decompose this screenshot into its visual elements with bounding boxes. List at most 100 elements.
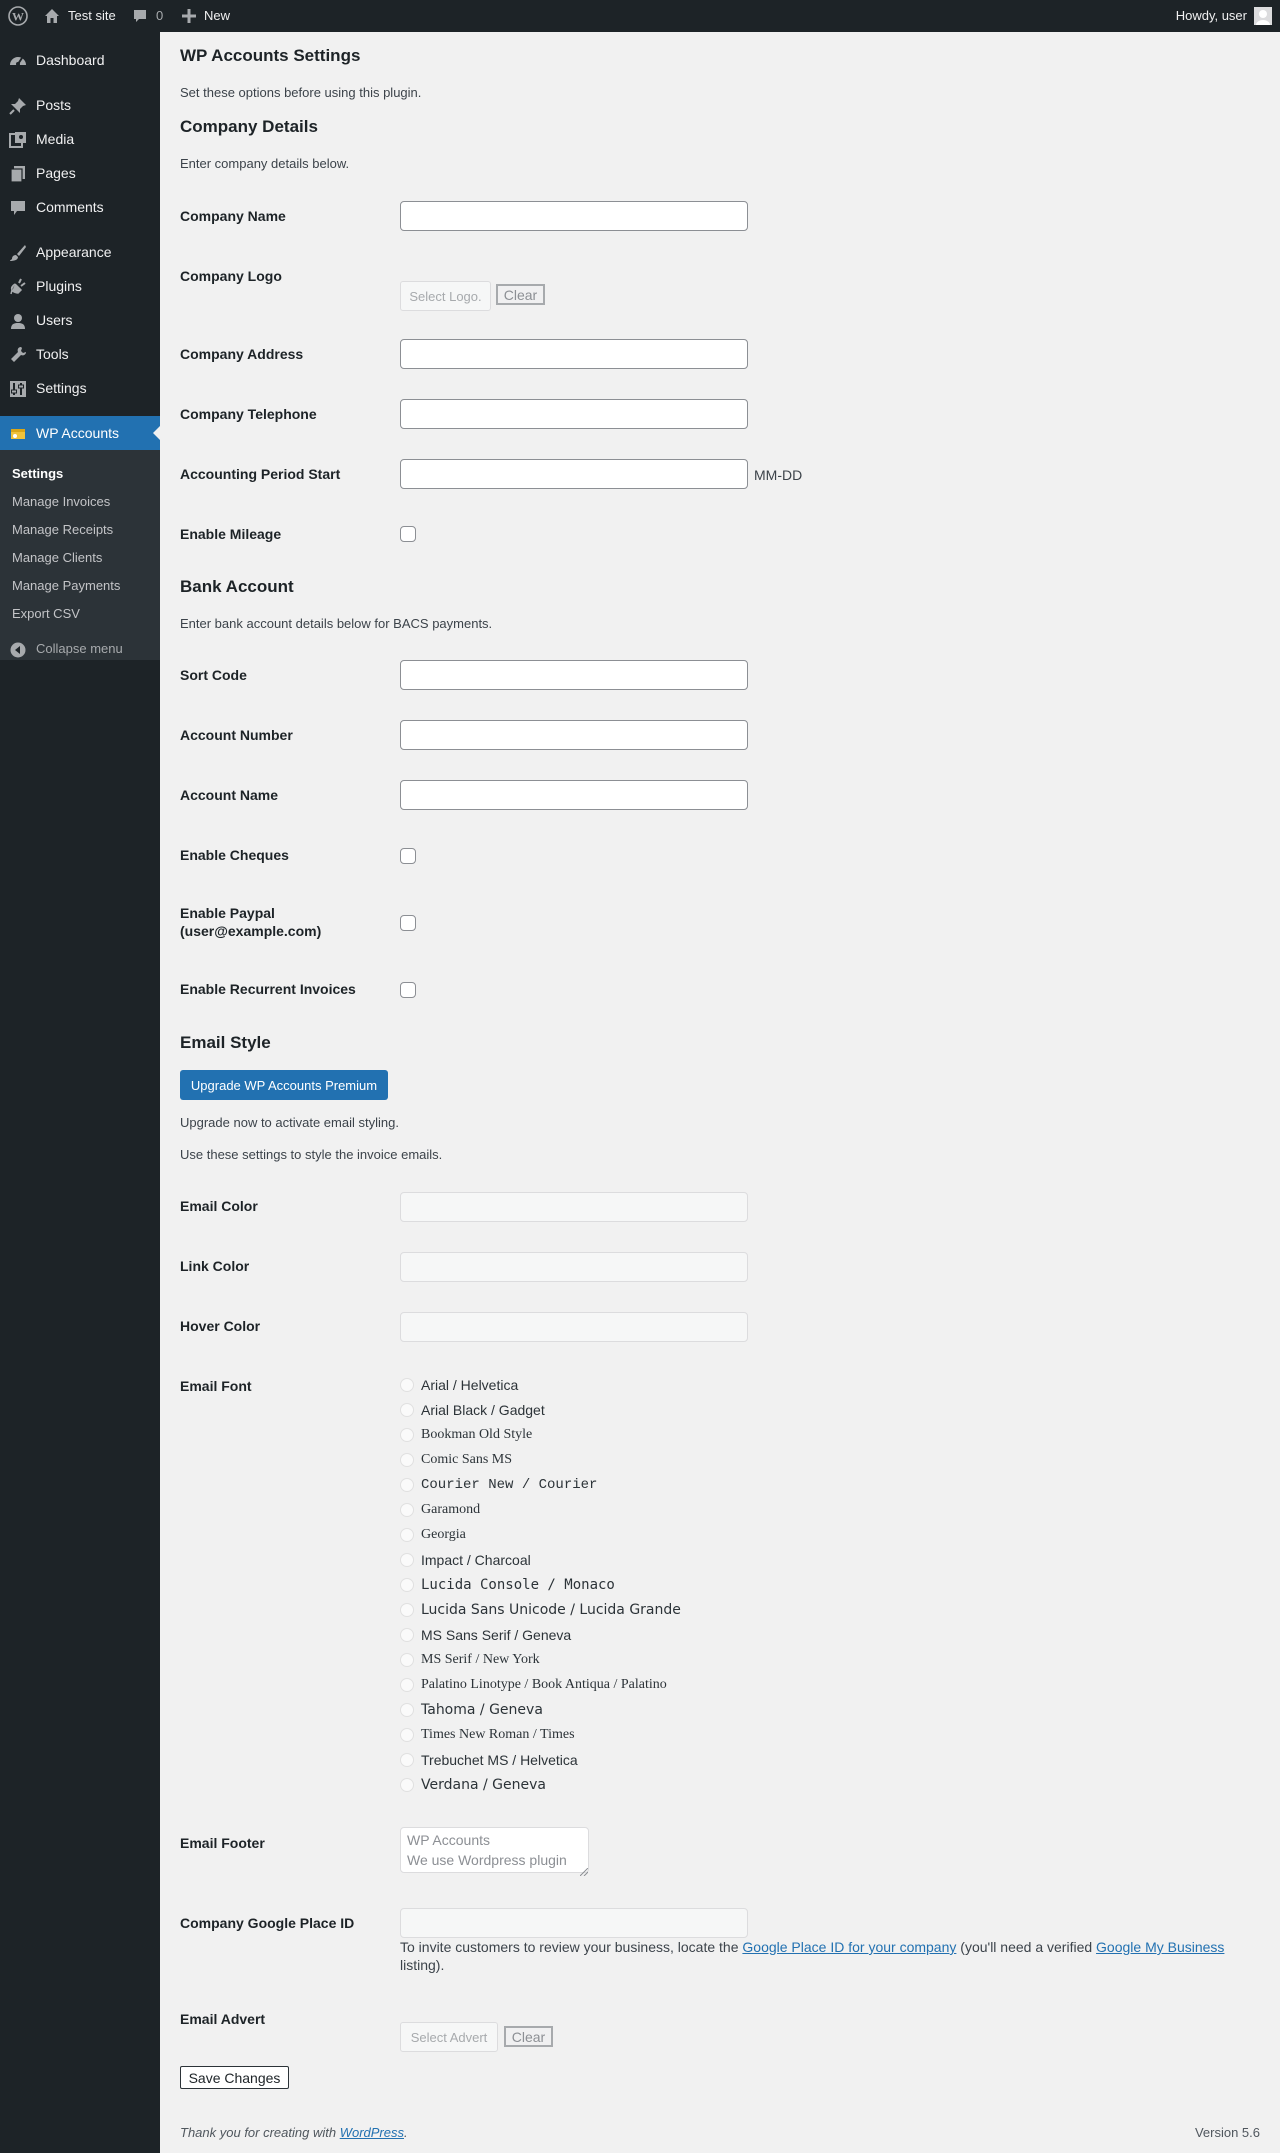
place-help-post: listing). — [400, 1957, 445, 1973]
submenu-settings[interactable]: Settings — [12, 465, 63, 483]
email-font-radio[interactable] — [400, 1628, 414, 1642]
menu-media-label: Media — [36, 131, 75, 147]
page-title: WP Accounts Settings — [180, 46, 361, 65]
menu-plugins[interactable]: Plugins — [0, 269, 160, 303]
email-font-radio[interactable] — [400, 1428, 414, 1442]
link-color-input[interactable] — [400, 1252, 748, 1282]
site-name-link[interactable]: Test site — [44, 0, 116, 32]
save-changes-button[interactable]: Save Changes — [180, 2066, 289, 2089]
email-font-radio[interactable] — [400, 1778, 414, 1792]
email-font-radio[interactable] — [400, 1578, 414, 1592]
upgrade-premium-button[interactable]: Upgrade WP Accounts Premium — [180, 1070, 388, 1100]
account-number-input[interactable] — [400, 720, 748, 750]
menu-dashboard[interactable]: Dashboard — [0, 43, 160, 77]
email-font-radio[interactable] — [400, 1453, 414, 1467]
menu-settings[interactable]: Settings — [0, 371, 160, 405]
menu-users[interactable]: Users — [0, 303, 160, 337]
email-font-option[interactable]: MS Serif / New York — [400, 1650, 540, 1670]
google-place-id-input[interactable] — [400, 1908, 748, 1938]
email-font-option[interactable]: Arial / Helvetica — [400, 1375, 518, 1395]
email-font-option[interactable]: Palatino Linotype / Book Antiqua / Palat… — [400, 1675, 667, 1695]
company-address-input[interactable] — [400, 339, 748, 369]
email-font-radio[interactable] — [400, 1653, 414, 1667]
clear-advert-button[interactable]: Clear — [504, 2026, 553, 2047]
enable-recurrent-label: Enable Recurrent Invoices — [180, 981, 356, 997]
email-font-option[interactable]: Courier New / Courier — [400, 1475, 597, 1495]
menu-comments[interactable]: Comments — [0, 190, 160, 224]
email-footer-textarea[interactable]: WP Accounts We use Wordpress plugin — [400, 1827, 589, 1873]
email-font-option[interactable]: Arial Black / Gadget — [400, 1400, 545, 1420]
email-font-radio[interactable] — [400, 1528, 414, 1542]
menu-dashboard-label: Dashboard — [36, 52, 105, 68]
submenu-manage-clients[interactable]: Manage Clients — [12, 549, 102, 567]
menu-pages[interactable]: Pages — [0, 156, 160, 190]
svg-text:W: W — [12, 10, 24, 24]
email-font-radio[interactable] — [400, 1553, 414, 1567]
google-place-id-label: Company Google Place ID — [180, 1915, 355, 1931]
email-font-option[interactable]: MS Sans Serif / Geneva — [400, 1625, 571, 1645]
wordpress-link[interactable]: WordPress — [340, 2125, 404, 2140]
email-font-radio[interactable] — [400, 1478, 414, 1492]
my-account-link[interactable]: Howdy, user — [1176, 0, 1272, 32]
hover-color-input[interactable] — [400, 1312, 748, 1342]
submenu-manage-invoices[interactable]: Manage Invoices — [12, 493, 110, 511]
menu-pages-label: Pages — [36, 165, 76, 181]
google-my-business-link[interactable]: Google My Business — [1096, 1939, 1224, 1955]
account-name-label: Account Name — [180, 787, 279, 803]
email-font-option[interactable]: Georgia — [400, 1525, 466, 1545]
email-font-option[interactable]: Lucida Console / Monaco — [400, 1575, 615, 1595]
enable-cheques-label: Enable Cheques — [180, 847, 289, 863]
accounting-period-input[interactable] — [400, 459, 748, 489]
howdy-text: Howdy, user — [1175, 8, 1247, 23]
email-font-option[interactable]: Verdana / Geneva — [400, 1775, 546, 1795]
email-color-input[interactable] — [400, 1192, 748, 1222]
email-font-option[interactable]: Bookman Old Style — [400, 1425, 532, 1445]
enable-paypal-label: Enable Paypal — [180, 905, 275, 921]
page-intro: Set these options before using this plug… — [180, 85, 422, 100]
company-telephone-input[interactable] — [400, 399, 748, 429]
menu-appearance[interactable]: Appearance — [0, 235, 160, 269]
email-font-radio[interactable] — [400, 1728, 414, 1742]
email-font-radio[interactable] — [400, 1753, 414, 1767]
menu-posts[interactable]: Posts — [0, 88, 160, 122]
wordpress-logo-icon[interactable]: W — [8, 0, 28, 32]
sort-code-input[interactable] — [400, 660, 748, 690]
enable-paypal-checkbox[interactable] — [400, 915, 416, 931]
comments-link[interactable]: 0 — [132, 0, 163, 32]
select-advert-button[interactable]: Select Advert — [400, 2022, 498, 2052]
menu-tools[interactable]: Tools — [0, 337, 160, 371]
email-font-radio[interactable] — [400, 1403, 414, 1417]
submenu-manage-payments[interactable]: Manage Payments — [12, 577, 120, 595]
email-font-option-label: Verdana / Geneva — [421, 1777, 546, 1793]
accounts-icon — [8, 424, 28, 444]
email-font-option[interactable]: Garamond — [400, 1500, 480, 1520]
submenu-manage-receipts[interactable]: Manage Receipts — [12, 521, 113, 539]
email-font-radio[interactable] — [400, 1703, 414, 1717]
submenu-export-csv[interactable]: Export CSV — [12, 605, 80, 623]
email-font-radio[interactable] — [400, 1378, 414, 1392]
google-place-id-link[interactable]: Google Place ID for your company — [742, 1939, 956, 1955]
select-logo-button[interactable]: Select Logo. — [400, 281, 491, 311]
company-name-input[interactable] — [400, 201, 748, 231]
email-font-option[interactable]: Tahoma / Geneva — [400, 1700, 543, 1720]
email-font-option[interactable]: Lucida Sans Unicode / Lucida Grande — [400, 1600, 681, 1620]
email-font-option[interactable]: Times New Roman / Times — [400, 1725, 575, 1745]
email-font-radio[interactable] — [400, 1603, 414, 1617]
enable-mileage-checkbox[interactable] — [400, 526, 416, 542]
email-font-radio[interactable] — [400, 1678, 414, 1692]
enable-cheques-checkbox[interactable] — [400, 848, 416, 864]
enable-recurrent-checkbox[interactable] — [400, 982, 416, 998]
email-font-option[interactable]: Impact / Charcoal — [400, 1550, 531, 1570]
menu-wp-accounts[interactable]: WP Accounts — [0, 416, 161, 450]
admin-bar: W Test site 0 New Howdy, user — [0, 0, 1280, 32]
email-font-radio[interactable] — [400, 1503, 414, 1517]
email-style-note: Use these settings to style the invoice … — [180, 1147, 443, 1162]
new-content-link[interactable]: New — [182, 0, 230, 32]
email-font-option[interactable]: Trebuchet MS / Helvetica — [400, 1750, 578, 1770]
account-name-input[interactable] — [400, 780, 748, 810]
clear-logo-button[interactable]: Clear — [496, 284, 545, 305]
accounting-period-hint: MM-DD — [754, 467, 803, 483]
collapse-menu-button[interactable]: Collapse menu — [0, 632, 160, 666]
menu-media[interactable]: Media — [0, 122, 160, 156]
email-font-option[interactable]: Comic Sans MS — [400, 1450, 512, 1470]
